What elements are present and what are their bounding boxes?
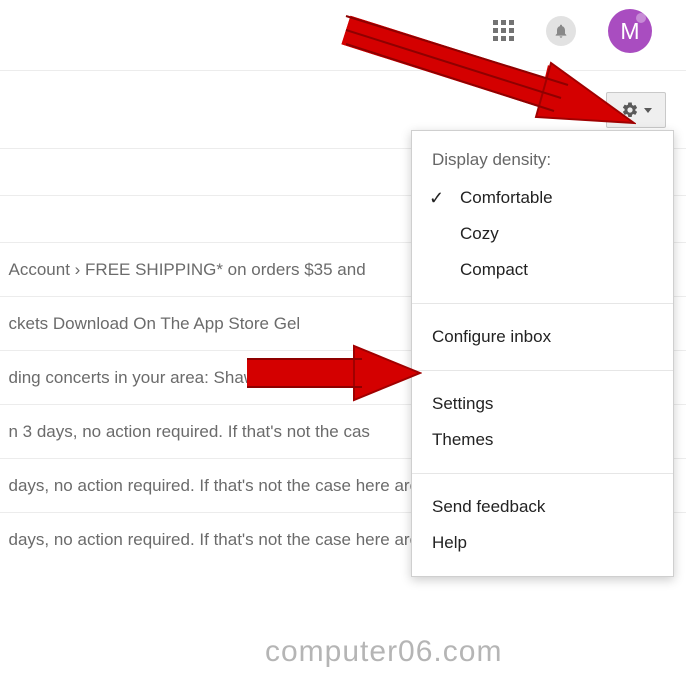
mail-snippet: ckets Download On The App Store Gel — [0, 314, 300, 334]
chevron-down-icon — [644, 108, 652, 113]
mail-snippet: days, no action required. If that's not … — [0, 530, 442, 550]
menu-item-label: Configure inbox — [432, 327, 551, 346]
menu-item-send-feedback[interactable]: Send feedback — [412, 489, 673, 525]
menu-item-label: Compact — [460, 260, 528, 279]
annotation-arrow-top — [336, 5, 636, 135]
menu-item-comfortable[interactable]: ✓ Comfortable — [412, 180, 673, 216]
menu-item-label: Help — [432, 533, 467, 552]
menu-item-themes[interactable]: Themes — [412, 422, 673, 458]
settings-menu: Display density: ✓ Comfortable Cozy Comp… — [411, 130, 674, 577]
watermark: computer06.com — [265, 635, 502, 669]
menu-item-settings[interactable]: Settings — [412, 386, 673, 422]
gmail-screen: M Account › FREE SHIPPING* on orders $35… — [0, 0, 686, 698]
menu-section-help: Send feedback Help — [412, 474, 673, 576]
menu-item-label: Comfortable — [460, 188, 553, 207]
menu-item-label: Send feedback — [432, 497, 545, 516]
menu-item-cozy[interactable]: Cozy — [412, 216, 673, 252]
menu-item-help[interactable]: Help — [412, 525, 673, 561]
menu-section-settings: Settings Themes — [412, 371, 673, 474]
menu-item-compact[interactable]: Compact — [412, 252, 673, 288]
annotation-arrow-settings — [242, 338, 422, 408]
mail-snippet: Account › FREE SHIPPING* on orders $35 a… — [0, 260, 366, 280]
menu-section-configure: Configure inbox — [412, 304, 673, 371]
menu-item-label: Themes — [432, 430, 493, 449]
mail-snippet: days, no action required. If that's not … — [0, 476, 442, 496]
menu-section-density: Display density: ✓ Comfortable Cozy Comp… — [412, 131, 673, 304]
mail-snippet: n 3 days, no action required. If that's … — [0, 422, 370, 442]
check-icon: ✓ — [429, 188, 444, 209]
menu-item-configure-inbox[interactable]: Configure inbox — [412, 319, 673, 355]
density-header: Display density: — [412, 146, 673, 180]
menu-item-label: Cozy — [460, 224, 499, 243]
menu-item-label: Settings — [432, 394, 493, 413]
